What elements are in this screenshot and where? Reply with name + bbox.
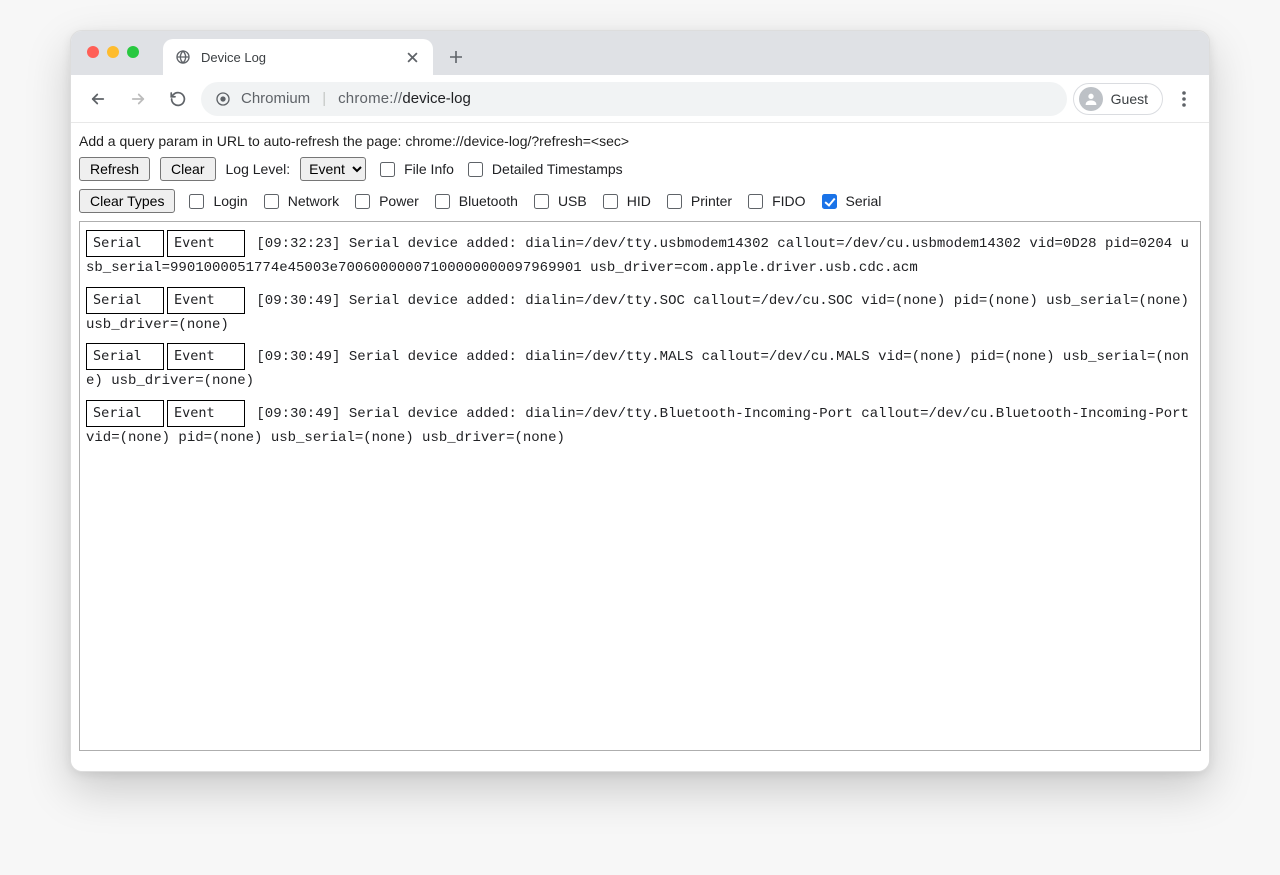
refresh-hint: Add a query param in URL to auto-refresh… (79, 129, 1201, 157)
detailed-timestamps-cb[interactable] (468, 162, 483, 177)
close-tab-button[interactable] (403, 48, 421, 66)
log-entry: SerialEvent [09:32:23] Serial device add… (86, 230, 1194, 281)
type-filter-login-cb[interactable] (189, 194, 204, 209)
avatar-icon (1079, 87, 1103, 111)
type-filter-bluetooth[interactable]: Bluetooth (431, 191, 518, 212)
browser-toolbar: Chromium | chrome://device-log Guest (71, 75, 1209, 123)
page-content: Add a query param in URL to auto-refresh… (71, 123, 1209, 771)
log-level: Event (167, 400, 245, 427)
maximize-window-button[interactable] (127, 46, 139, 58)
log-area: SerialEvent [09:32:23] Serial device add… (79, 221, 1201, 751)
log-entry: SerialEvent [09:30:49] Serial device add… (86, 287, 1194, 338)
log-entry: SerialEvent [09:30:49] Serial device add… (86, 400, 1194, 451)
url-display: chrome://device-log (338, 90, 471, 107)
type-filter-fido-cb[interactable] (748, 194, 763, 209)
site-info-icon[interactable] (215, 91, 231, 107)
reload-button[interactable] (161, 82, 195, 116)
types-container: Login Network Power Bluetooth USB HID Printer F… (185, 191, 881, 212)
type-filter-usb[interactable]: USB (530, 191, 587, 212)
omnibox-divider: | (322, 90, 326, 107)
type-filter-usb-cb[interactable] (534, 194, 549, 209)
log-tag: Serial (86, 230, 164, 257)
globe-icon (175, 49, 191, 65)
log-entry: SerialEvent [09:30:49] Serial device add… (86, 343, 1194, 394)
log-level-label: Log Level: (226, 161, 291, 177)
site-name: Chromium (241, 90, 310, 107)
log-level: Event (167, 343, 245, 370)
close-window-button[interactable] (87, 46, 99, 58)
clear-types-button[interactable]: Clear Types (79, 189, 175, 213)
type-filter-printer[interactable]: Printer (663, 191, 732, 212)
controls-row-1: Refresh Clear Log Level: Event File Info… (79, 157, 1201, 181)
profile-label: Guest (1111, 91, 1148, 107)
type-filter-hid-cb[interactable] (603, 194, 618, 209)
log-tag: Serial (86, 400, 164, 427)
type-filter-serial-cb[interactable] (822, 194, 837, 209)
tab-title: Device Log (201, 50, 266, 65)
new-tab-button[interactable] (441, 42, 471, 72)
browser-tab[interactable]: Device Log (163, 39, 433, 75)
type-filter-network-cb[interactable] (264, 194, 279, 209)
browser-window: Device Log Chromium | chrome://device-lo… (70, 30, 1210, 772)
type-filter-fido[interactable]: FIDO (744, 191, 805, 212)
type-filter-network[interactable]: Network (260, 191, 339, 212)
type-filter-power[interactable]: Power (351, 191, 419, 212)
detailed-timestamps-checkbox[interactable]: Detailed Timestamps (464, 159, 623, 180)
refresh-button[interactable]: Refresh (79, 157, 150, 181)
log-tag: Serial (86, 287, 164, 314)
forward-button[interactable] (121, 82, 155, 116)
type-filter-serial[interactable]: Serial (818, 191, 882, 212)
type-filter-printer-cb[interactable] (667, 194, 682, 209)
back-button[interactable] (81, 82, 115, 116)
log-level: Event (167, 287, 245, 314)
type-filter-hid[interactable]: HID (599, 191, 651, 212)
address-bar[interactable]: Chromium | chrome://device-log (201, 82, 1067, 116)
type-filter-power-cb[interactable] (355, 194, 370, 209)
log-level: Event (167, 230, 245, 257)
log-message: [09:32:23] Serial device added: dialin=/… (86, 236, 1189, 276)
controls-row-2: Clear Types Login Network Power Bluetooth US… (79, 189, 1201, 213)
type-filter-login[interactable]: Login (185, 191, 247, 212)
minimize-window-button[interactable] (107, 46, 119, 58)
type-filter-bluetooth-cb[interactable] (435, 194, 450, 209)
profile-button[interactable]: Guest (1073, 83, 1163, 115)
file-info-checkbox[interactable]: File Info (376, 159, 454, 180)
log-message: [09:30:49] Serial device added: dialin=/… (86, 293, 1189, 333)
clear-button[interactable]: Clear (160, 157, 215, 181)
log-level-select[interactable]: Event (300, 157, 366, 181)
log-tag: Serial (86, 343, 164, 370)
file-info-cb[interactable] (380, 162, 395, 177)
menu-button[interactable] (1169, 84, 1199, 114)
tab-strip: Device Log (71, 31, 1209, 75)
log-message: [09:30:49] Serial device added: dialin=/… (86, 349, 1189, 389)
window-controls (87, 46, 139, 58)
log-message: [09:30:49] Serial device added: dialin=/… (86, 406, 1189, 446)
